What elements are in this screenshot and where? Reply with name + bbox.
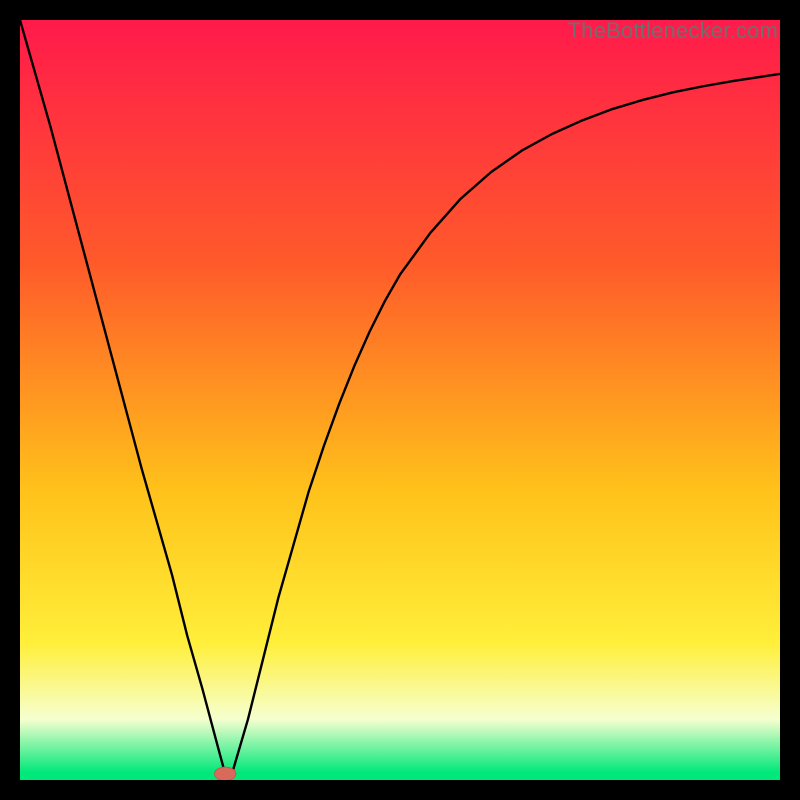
watermark-text: TheBottlenecker.com <box>568 18 778 44</box>
chart-frame: TheBottlenecker.com <box>20 20 780 780</box>
minimum-marker <box>215 767 236 780</box>
bottleneck-plot <box>20 20 780 780</box>
gradient-background <box>20 20 780 780</box>
